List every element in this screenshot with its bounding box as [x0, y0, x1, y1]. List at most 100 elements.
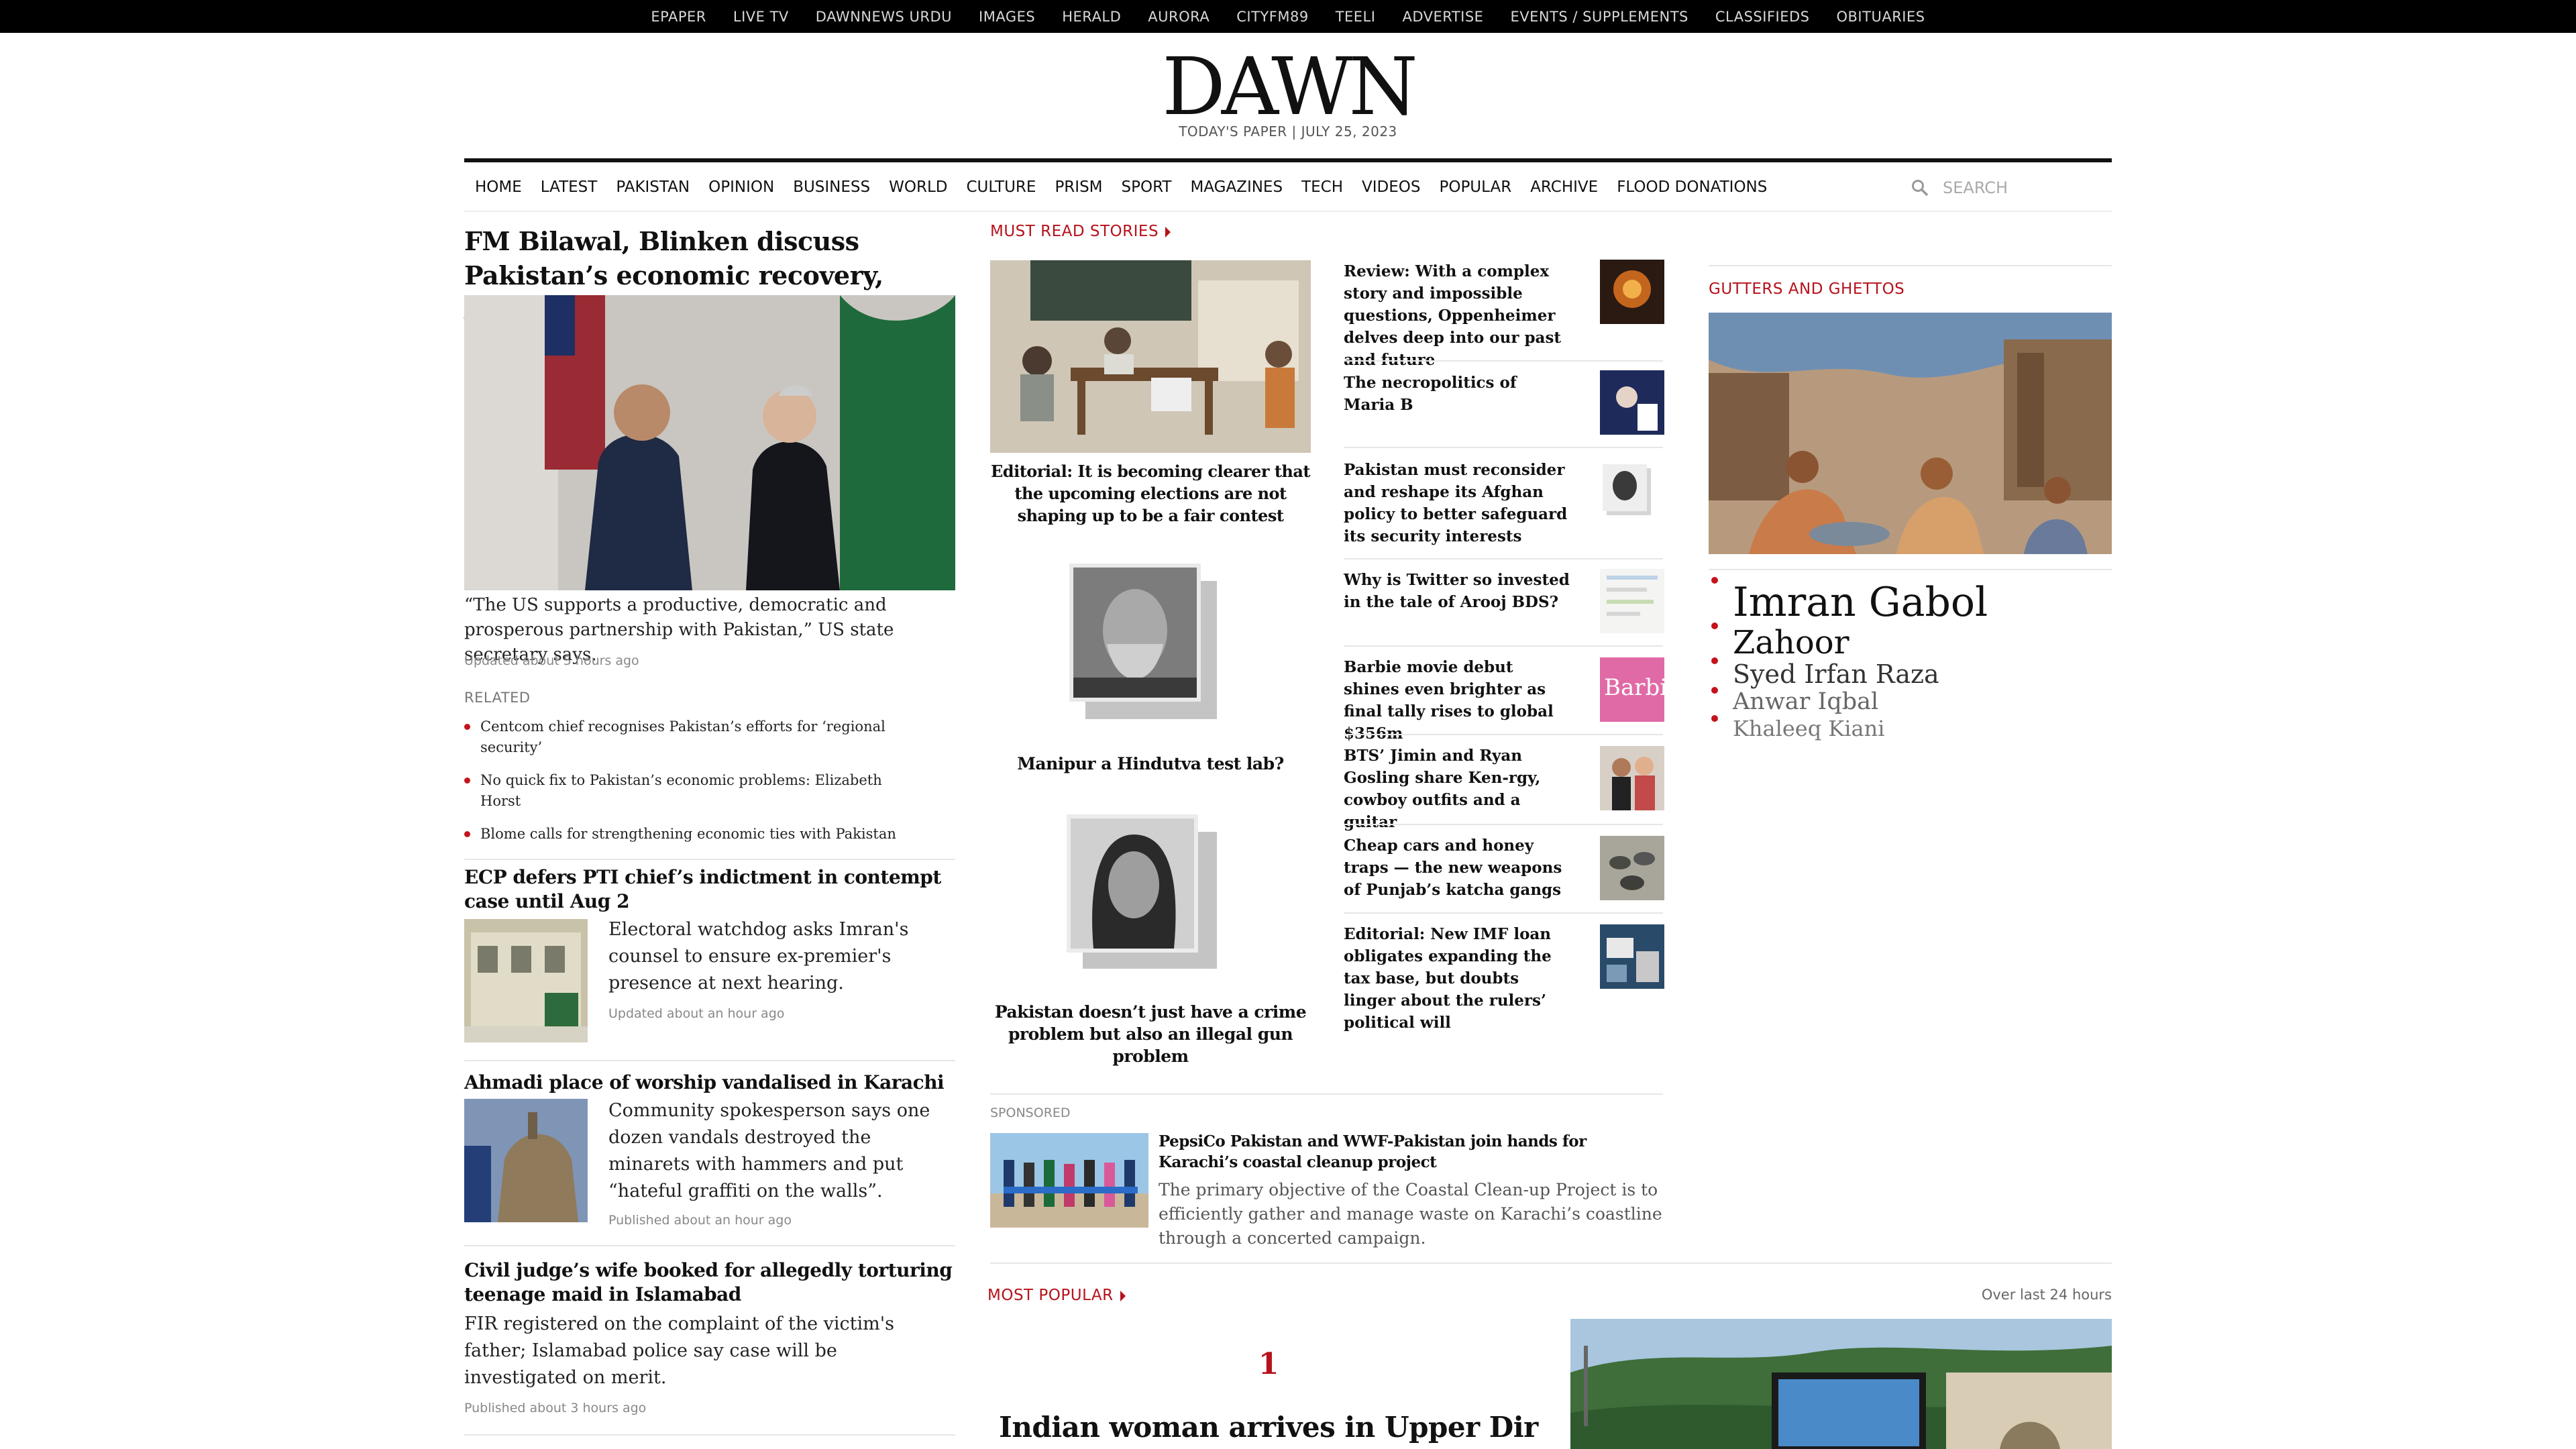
divider [464, 859, 955, 860]
must-read-label[interactable]: MUST READ STORIES [990, 223, 1171, 240]
story-meta: Published about an hour ago [608, 1213, 792, 1228]
story-image[interactable] [464, 919, 588, 1042]
must-read-side-headline[interactable]: Barbie movie debut shines even brighter … [1344, 656, 1572, 745]
topbar-link-images[interactable]: IMAGES [979, 9, 1035, 25]
nav-pakistan[interactable]: PAKISTAN [616, 178, 690, 196]
nav-culture[interactable]: CULTURE [966, 178, 1036, 196]
nav-latest[interactable]: LATEST [541, 178, 598, 196]
nav-archive[interactable]: ARCHIVE [1530, 178, 1598, 196]
nav-opinion[interactable]: OPINION [708, 178, 774, 196]
divider [1709, 569, 2112, 570]
byline-item[interactable]: Anwar Iqbal [1709, 687, 1878, 716]
must-read-thumb[interactable] [1600, 462, 1664, 526]
sponsored-image[interactable] [990, 1133, 1148, 1228]
sponsored-label: SPONSORED [990, 1106, 1071, 1120]
byline-item[interactable]: Syed Irfan Raza [1709, 657, 1939, 691]
svg-text:Barbi: Barbi [1604, 674, 1664, 701]
story-excerpt: FIR registered on the complaint of the v… [464, 1313, 895, 1388]
search-box[interactable] [1911, 172, 2112, 204]
most-popular-label[interactable]: MOST POPULAR [987, 1287, 1126, 1304]
divider [464, 1245, 955, 1246]
must-read-thumb[interactable] [1600, 260, 1664, 324]
todays-paper-link[interactable]: TODAY'S PAPER | JULY 25, 2023 [0, 123, 2576, 140]
popular-headline[interactable]: Indian woman arrives in Upper Dir to [990, 1407, 1547, 1449]
related-item[interactable]: Blome calls for strengthening economic t… [464, 824, 920, 845]
story-headline[interactable]: Civil judge’s wife booked for allegedly … [464, 1258, 961, 1307]
chevron-right-icon [1165, 226, 1171, 237]
nav-business[interactable]: BUSINESS [793, 178, 870, 196]
related-item[interactable]: Centcom chief recognises Pakistan’s effo… [464, 716, 887, 758]
nav-tech[interactable]: TECH [1301, 178, 1343, 196]
must-read-side-headline[interactable]: Cheap cars and honey traps — the new wea… [1344, 835, 1572, 901]
popular-rank: 1 [1258, 1347, 1279, 1381]
gutters-label[interactable]: GUTTERS AND GHETTOS [1709, 280, 1904, 298]
divider [464, 1060, 955, 1061]
topbar-link-classifieds[interactable]: CLASSIFIEDS [1715, 9, 1810, 25]
topbar-link-aurora[interactable]: AURORA [1148, 9, 1210, 25]
sponsored-excerpt: The primary objective of the Coastal Cle… [1159, 1180, 1662, 1248]
topbar-link-advertise[interactable]: ADVERTISE [1402, 9, 1483, 25]
must-read-headline[interactable]: Pakistan doesn’t just have a crime probl… [990, 1001, 1311, 1067]
main-nav: HOME LATEST PAKISTAN OPINION BUSINESS WO… [464, 158, 2112, 212]
divider [1344, 447, 1663, 448]
must-read-headline[interactable]: Editorial: It is becoming clearer that t… [990, 460, 1311, 527]
topbar-link-herald[interactable]: HERALD [1062, 9, 1121, 25]
story-headline[interactable]: ECP defers PTI chief’s indictment in con… [464, 865, 961, 914]
topbar-link-teeli[interactable]: TEELI [1336, 9, 1376, 25]
sponsored-headline[interactable]: PepsiCo Pakistan and WWF-Pakistan join h… [1159, 1131, 1642, 1173]
must-read-thumb[interactable]: Barbi [1600, 657, 1664, 722]
topbar-link-livetv[interactable]: LIVE TV [733, 9, 789, 25]
top-bar: EPAPER LIVE TV DAWNNEWS URDU IMAGES HERA… [0, 0, 2576, 33]
topbar-link-events[interactable]: EVENTS / SUPPLEMENTS [1510, 9, 1688, 25]
story-excerpt: Community spokesperson says one dozen va… [608, 1100, 930, 1201]
must-read-side-headline[interactable]: Review: With a complex story and impossi… [1344, 260, 1572, 371]
nav-flood-donations[interactable]: FLOOD DONATIONS [1617, 178, 1767, 196]
story-image[interactable] [464, 1099, 588, 1222]
divider [1344, 824, 1663, 825]
must-read-thumb[interactable] [1600, 836, 1664, 900]
topbar-link-cityfm89[interactable]: CITYFM89 [1236, 9, 1308, 25]
related-item[interactable]: No quick fix to Pakistan’s economic prob… [464, 770, 887, 812]
topbar-link-dawnnews-urdu[interactable]: DAWNNEWS URDU [816, 9, 952, 25]
columnist-photo[interactable] [1069, 564, 1217, 719]
nav-home[interactable]: HOME [475, 178, 522, 196]
divider [1344, 558, 1663, 559]
popular-image[interactable] [1570, 1319, 2112, 1449]
related-label: RELATED [464, 690, 531, 706]
must-read-thumb[interactable] [1600, 746, 1664, 810]
lead-image[interactable] [464, 295, 955, 590]
nav-magazines[interactable]: MAGAZINES [1190, 178, 1283, 196]
search-input[interactable] [1943, 178, 2090, 197]
gutters-illustration[interactable] [1709, 313, 2112, 554]
nav-popular[interactable]: POPULAR [1439, 178, 1511, 196]
site-logo[interactable]: DAWN [0, 47, 2576, 126]
topbar-link-epaper[interactable]: EPAPER [651, 9, 706, 25]
nav-prism[interactable]: PRISM [1055, 178, 1102, 196]
divider [1344, 734, 1663, 735]
must-read-headline[interactable]: Manipur a Hindutva test lab? [990, 753, 1311, 775]
byline-item[interactable]: Khaleeq Kiani [1709, 715, 1884, 742]
divider [990, 1263, 2112, 1264]
topbar-link-obituaries[interactable]: OBITUARIES [1837, 9, 1925, 25]
divider [464, 1434, 955, 1436]
must-read-side-headline[interactable]: BTS’ Jimin and Ryan Gosling share Ken-rg… [1344, 745, 1572, 833]
must-read-thumb[interactable] [1600, 924, 1664, 989]
must-read-side-headline[interactable]: The necropolitics of Maria B [1344, 372, 1572, 416]
must-read-thumb[interactable] [1600, 569, 1664, 633]
search-icon[interactable] [1911, 178, 1929, 197]
byline-item[interactable]: Imran Gabol [1709, 577, 1988, 628]
nav-sport[interactable]: SPORT [1122, 178, 1172, 196]
must-read-side-headline[interactable]: Editorial: New IMF loan obligates expand… [1344, 923, 1572, 1034]
divider [1709, 265, 2112, 266]
must-read-image[interactable] [990, 260, 1311, 453]
byline-item[interactable]: Zahoor [1709, 623, 1849, 663]
divider [1344, 645, 1663, 647]
nav-world[interactable]: WORLD [889, 178, 947, 196]
must-read-side-headline[interactable]: Pakistan must reconsider and reshape its… [1344, 459, 1572, 547]
must-read-thumb[interactable] [1600, 370, 1664, 435]
divider [1344, 360, 1663, 362]
nav-videos[interactable]: VIDEOS [1362, 178, 1420, 196]
story-headline[interactable]: Ahmadi place of worship vandalised in Ka… [464, 1071, 961, 1095]
columnist-photo[interactable] [1067, 814, 1217, 969]
must-read-side-headline[interactable]: Why is Twitter so invested in the tale o… [1344, 569, 1572, 613]
